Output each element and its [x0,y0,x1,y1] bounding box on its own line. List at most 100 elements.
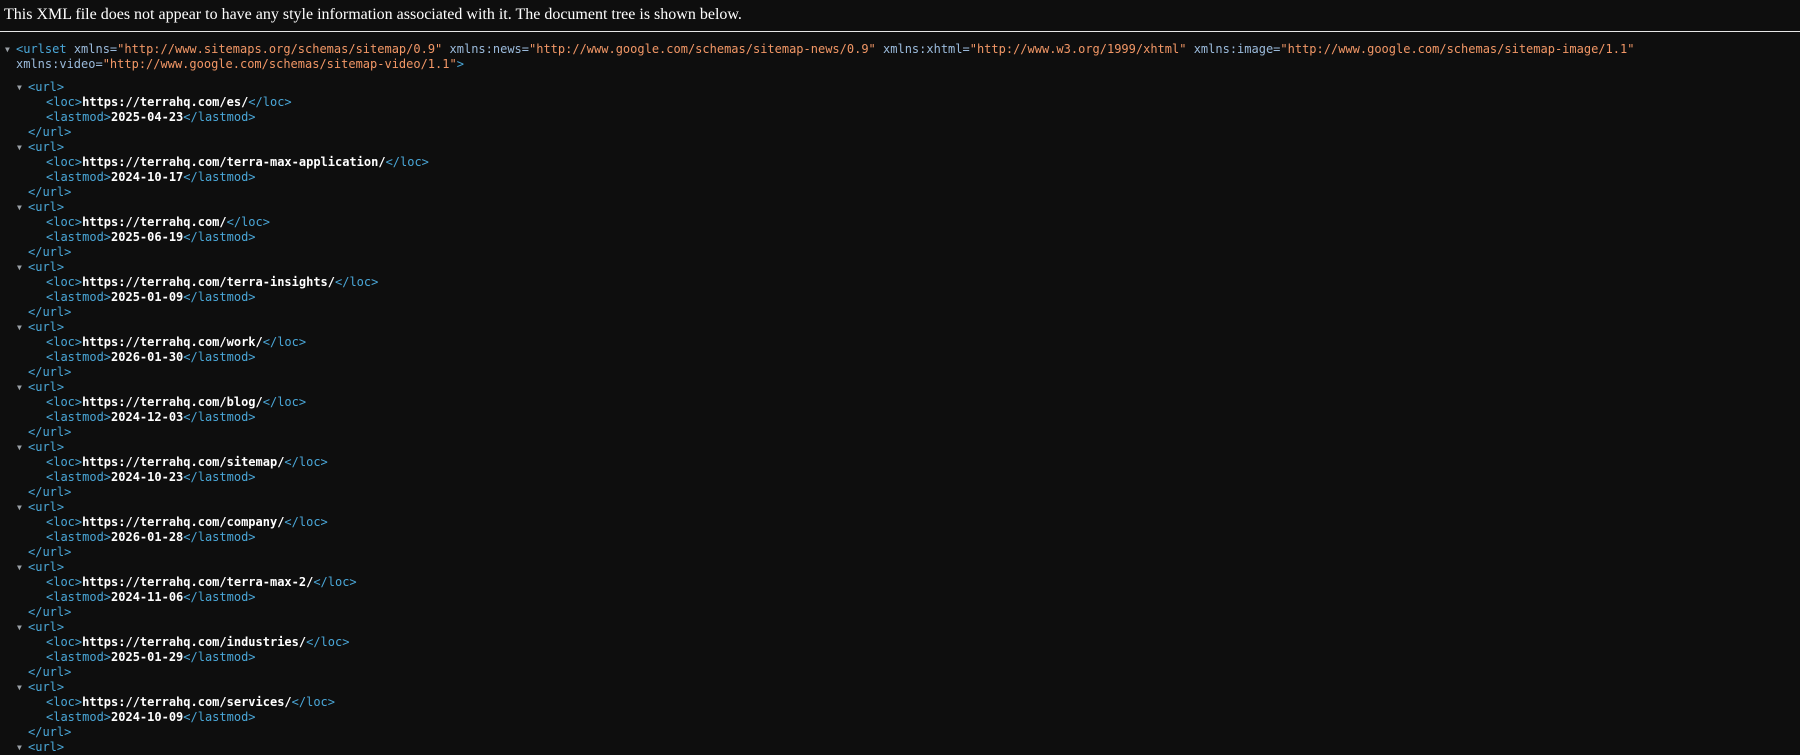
url-entries: ▼<url><loc>https://terrahq.com/es/</loc>… [0,80,1800,740]
url-close-line: </url> [0,125,1800,140]
attribute-value: "http://www.google.com/schemas/sitemap-i… [1280,42,1634,56]
url-entry: ▼<url><loc>https://terrahq.com/services/… [0,680,1800,740]
attribute-value: "http://www.w3.org/1999/xhtml" [970,42,1187,56]
expand-arrow-icon[interactable]: ▼ [17,200,28,215]
loc-open-tag: <loc> [46,95,82,109]
lastmod-open-tag: <lastmod> [46,650,111,664]
url-close-tag: </url> [28,425,71,439]
loc-open-tag: <loc> [46,335,82,349]
expand-arrow-icon[interactable]: ▼ [17,500,28,515]
expand-arrow-icon[interactable]: ▼ [17,440,28,455]
no-style-message: This XML file does not appear to have an… [0,0,1800,32]
loc-value: https://terrahq.com/ [82,215,227,229]
url-close-line: </url> [0,425,1800,440]
url-entry: ▼<url><loc>https://terrahq.com/terra-max… [0,140,1800,200]
loc-value: https://terrahq.com/services/ [82,695,292,709]
url-entry: ▼<url><loc>https://terrahq.com/work/</lo… [0,320,1800,380]
lastmod-value: 2024-12-03 [111,410,183,424]
url-close-line: </url> [0,725,1800,740]
lastmod-open-tag: <lastmod> [46,170,111,184]
lastmod-open-tag: <lastmod> [46,290,111,304]
lastmod-open-tag: <lastmod> [46,410,111,424]
loc-open-tag: <loc> [46,575,82,589]
lastmod-line: <lastmod>2024-10-23</lastmod> [0,470,1800,485]
url-close-line: </url> [0,185,1800,200]
url-open-line: ▼<url> [0,320,1800,335]
url-open-line: ▼<url> [0,620,1800,635]
url-entry: ▼<url><loc>https://terrahq.com/</loc><la… [0,200,1800,260]
lastmod-close-tag: </lastmod> [183,590,255,604]
expand-arrow-icon[interactable]: ▼ [17,620,28,635]
lastmod-value: 2024-11-06 [111,590,183,604]
lastmod-value: 2025-01-29 [111,650,183,664]
url-open-line: ▼<url> [0,560,1800,575]
lastmod-close-tag: </lastmod> [183,470,255,484]
xml-tree: ▼<urlset xmlns="http://www.sitemaps.org/… [0,32,1800,755]
url-close-line: </url> [0,545,1800,560]
url-entry: ▼<url><loc>https://terrahq.com/terra-max… [0,560,1800,620]
url-close-tag: </url> [28,245,71,259]
lastmod-line: <lastmod>2024-10-17</lastmod> [0,170,1800,185]
loc-close-tag: </loc> [248,95,291,109]
lastmod-value: 2026-01-30 [111,350,183,364]
loc-line: <loc>https://terrahq.com/terra-max-2/</l… [0,575,1800,590]
loc-open-tag: <loc> [46,695,82,709]
expand-arrow-icon[interactable]: ▼ [17,680,28,695]
lastmod-open-tag: <lastmod> [46,710,111,724]
url-entry: ▼<url><loc>https://terrahq.com/sitemap/<… [0,440,1800,500]
expand-arrow-icon[interactable]: ▼ [17,560,28,575]
lastmod-open-tag: <lastmod> [46,530,111,544]
loc-line: <loc>https://terrahq.com/company/</loc> [0,515,1800,530]
url-close-tag: </url> [28,725,71,739]
expand-arrow-icon[interactable]: ▼ [17,260,28,275]
root-open-line: ▼<urlset xmlns="http://www.sitemaps.org/… [0,42,1800,72]
expand-arrow-icon[interactable]: ▼ [17,140,28,155]
lastmod-close-tag: </lastmod> [183,290,255,304]
loc-open-tag: <loc> [46,155,82,169]
loc-line: <loc>https://terrahq.com/work/</loc> [0,335,1800,350]
url-open-line: ▼<url> [0,440,1800,455]
loc-open-tag: <loc> [46,455,82,469]
expand-arrow-icon[interactable]: ▼ [17,80,28,95]
loc-close-tag: </loc> [335,275,378,289]
url-close-line: </url> [0,245,1800,260]
loc-value: https://terrahq.com/blog/ [82,395,263,409]
url-close-line: </url> [0,305,1800,320]
lastmod-value: 2025-06-19 [111,230,183,244]
lastmod-line: <lastmod>2026-01-30</lastmod> [0,350,1800,365]
lastmod-line: <lastmod>2025-04-23</lastmod> [0,110,1800,125]
attribute-name: xmlns:news= [450,42,529,56]
url-close-tag: </url> [28,305,71,319]
loc-close-tag: </loc> [227,215,270,229]
lastmod-value: 2024-10-17 [111,170,183,184]
attribute-name: xmlns:xhtml= [883,42,970,56]
lastmod-value: 2026-01-28 [111,530,183,544]
url-close-tag: </url> [28,605,71,619]
loc-line: <loc>https://terrahq.com/blog/</loc> [0,395,1800,410]
url-open-line: ▼<url> [0,80,1800,95]
url-open-tag: <url> [28,680,64,694]
expand-arrow-icon[interactable]: ▼ [5,42,16,57]
url-open-line: ▼<url> [0,260,1800,275]
lastmod-open-tag: <lastmod> [46,110,111,124]
loc-close-tag: </loc> [263,335,306,349]
loc-line: <loc>https://terrahq.com/terra-insights/… [0,275,1800,290]
expand-arrow-icon[interactable]: ▼ [17,320,28,335]
lastmod-open-tag: <lastmod> [46,590,111,604]
lastmod-value: 2024-10-23 [111,470,183,484]
lastmod-close-tag: </lastmod> [183,530,255,544]
expand-arrow-icon[interactable]: ▼ [17,740,28,755]
url-entry: ▼<url><loc>https://terrahq.com/es/</loc>… [0,80,1800,140]
loc-close-tag: </loc> [313,575,356,589]
url-open-tag: <url> [28,80,64,94]
loc-open-tag: <loc> [46,635,82,649]
loc-value: https://terrahq.com/terra-insights/ [82,275,335,289]
url-close-line: </url> [0,365,1800,380]
url-close-line: </url> [0,665,1800,680]
attribute-name: xmlns= [74,42,117,56]
loc-value: https://terrahq.com/terra-max-applicatio… [82,155,385,169]
expand-arrow-icon[interactable]: ▼ [17,380,28,395]
loc-value: https://terrahq.com/es/ [82,95,248,109]
lastmod-line: <lastmod>2025-01-09</lastmod> [0,290,1800,305]
url-close-tag: </url> [28,125,71,139]
